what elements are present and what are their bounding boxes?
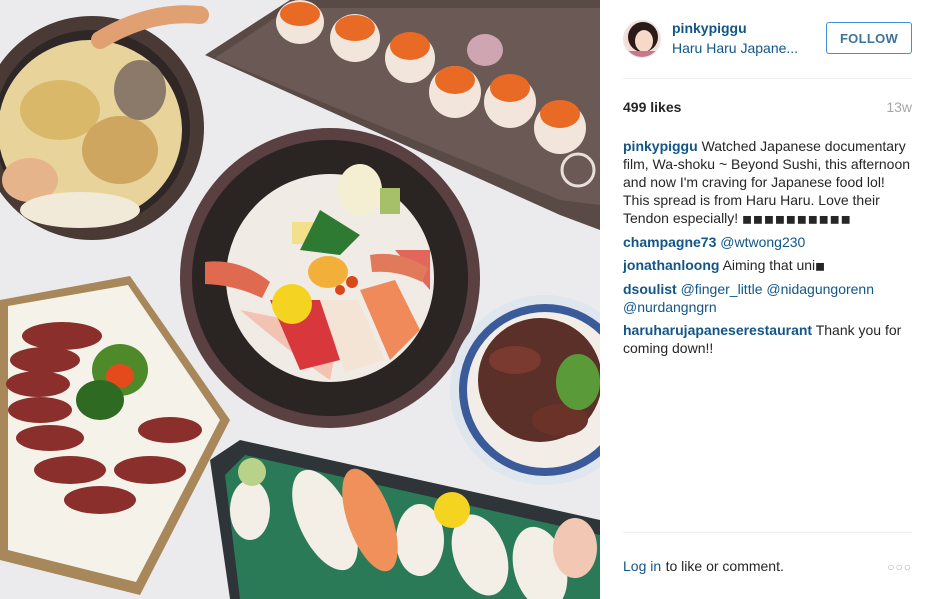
avatar-image: [624, 21, 660, 57]
user-block: pinkypiggu Haru Haru Japane...: [672, 20, 798, 57]
post-stats: 499 likes 13w: [623, 99, 912, 117]
header-divider: [623, 78, 912, 79]
username-link[interactable]: pinkypiggu: [672, 20, 798, 37]
comment-text: Aiming that uni: [722, 257, 816, 273]
comment-author[interactable]: jonathanloong: [623, 257, 719, 273]
food-spread-image: [0, 0, 600, 599]
comment-author[interactable]: pinkypiggu: [623, 138, 698, 154]
post-age[interactable]: 13w: [886, 99, 912, 115]
location-link[interactable]: Haru Haru Japane...: [672, 39, 798, 57]
likes-count[interactable]: 499 likes: [623, 99, 681, 115]
login-prompt-text: to like or comment.: [665, 558, 784, 574]
comment-author[interactable]: dsoulist: [623, 281, 677, 297]
footer-divider: [623, 532, 912, 533]
follow-button[interactable]: FOLLOW: [826, 22, 912, 54]
avatar[interactable]: [623, 20, 661, 58]
comment-author[interactable]: haruharujapaneserestaurant: [623, 322, 812, 338]
ellipsis-icon[interactable]: ○○○: [887, 560, 912, 574]
comment-item: haruharujapaneserestaurant Thank you for…: [623, 321, 912, 357]
caption: pinkypiggu Watched Japanese documentary …: [623, 137, 912, 228]
comment-emoji: ◼: [815, 259, 827, 273]
comment-item: jonathanloong Aiming that uni◼: [623, 256, 912, 275]
post-side-panel: pinkypiggu Haru Haru Japane... FOLLOW 49…: [600, 0, 935, 599]
comment-mention[interactable]: @wtwong230: [720, 234, 805, 250]
post-header: pinkypiggu Haru Haru Japane... FOLLOW: [623, 16, 912, 62]
comment-item: dsoulist @finger_little @nidagungorenn @…: [623, 280, 912, 316]
caption-emoji: ◼◼◼◼◼◼◼◼◼◼: [742, 212, 852, 226]
post-photo[interactable]: [0, 0, 600, 599]
comment-author[interactable]: champagne73: [623, 234, 716, 250]
comment-item: champagne73 @wtwong230: [623, 233, 912, 251]
login-link[interactable]: Log in: [623, 558, 661, 574]
chirashi-bowl: [180, 128, 480, 428]
post-footer: Log in to like or comment. ○○○: [623, 558, 912, 578]
comments-list: pinkypiggu Watched Japanese documentary …: [623, 137, 912, 362]
